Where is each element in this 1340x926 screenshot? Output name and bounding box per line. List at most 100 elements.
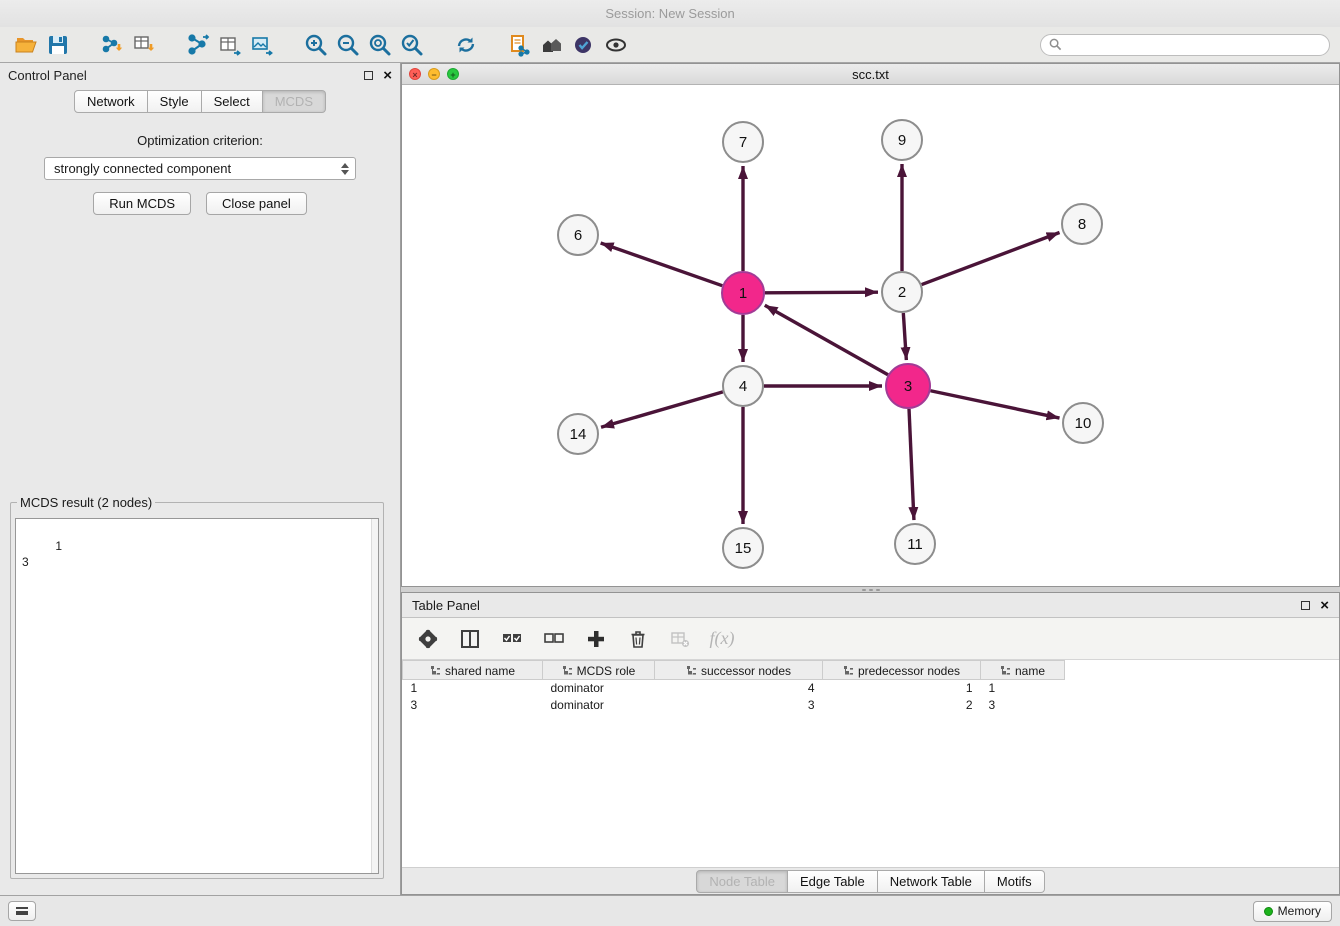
column-header-successor-nodes[interactable]: successor nodes [655, 661, 823, 680]
node-2[interactable]: 2 [882, 272, 922, 312]
criterion-dropdown[interactable]: strongly connected component [44, 157, 356, 180]
apply-layout-icon[interactable] [450, 30, 482, 60]
edge-3-1[interactable] [765, 305, 888, 374]
table-row[interactable]: 1dominator411 [403, 680, 1340, 697]
control-panel-tabs: NetworkStyleSelectMCDS [0, 88, 400, 119]
svg-text:3: 3 [904, 378, 912, 395]
column-header-predecessor-nodes[interactable]: predecessor nodes [823, 661, 981, 680]
edge-4-14[interactable] [601, 392, 723, 427]
node-3[interactable]: 3 [886, 364, 930, 408]
tab-motifs[interactable]: Motifs [985, 870, 1045, 893]
tab-node-table[interactable]: Node Table [696, 870, 788, 893]
network-canvas[interactable]: 7 9 6 8 1 2 4 3 14 10 15 11 [402, 85, 1339, 586]
show-hide-icon[interactable] [600, 30, 632, 60]
table-panel-title: Table Panel [412, 598, 480, 613]
tab-edge-table[interactable]: Edge Table [788, 870, 878, 893]
cell-predecessor-nodes[interactable]: 2 [823, 697, 981, 714]
mcds-result-area[interactable]: 1 3 [15, 518, 379, 874]
deselect-all-icon[interactable] [540, 625, 568, 653]
run-mcds-button[interactable]: Run MCDS [93, 192, 191, 215]
cell-MCDS-role[interactable]: dominator [543, 697, 655, 714]
close-table-panel-icon[interactable]: × [1320, 598, 1329, 613]
control-panel-title: Control Panel [8, 68, 87, 83]
float-panel-icon[interactable] [364, 71, 373, 80]
sort-icon [1000, 665, 1011, 676]
svg-text:1: 1 [739, 285, 747, 302]
tab-mcds[interactable]: MCDS [263, 90, 326, 113]
cell-predecessor-nodes[interactable]: 1 [823, 680, 981, 697]
list-icon [16, 907, 28, 915]
delete-row-icon[interactable] [624, 625, 652, 653]
cell-successor-nodes[interactable]: 3 [655, 697, 823, 714]
node-11[interactable]: 11 [895, 524, 935, 564]
edge-2-3[interactable] [903, 313, 906, 360]
cell-successor-nodes[interactable]: 4 [655, 680, 823, 697]
close-panel-button[interactable]: Close panel [206, 192, 307, 215]
node-4[interactable]: 4 [723, 366, 763, 406]
memory-button[interactable]: Memory [1253, 901, 1332, 922]
select-all-icon[interactable] [498, 625, 526, 653]
edge-3-11[interactable] [909, 409, 914, 520]
result-scrollbar[interactable] [371, 519, 378, 873]
apply-style-icon[interactable] [568, 30, 600, 60]
node-15[interactable]: 15 [723, 528, 763, 568]
table-row[interactable]: 3dominator323 [403, 697, 1340, 714]
tab-network[interactable]: Network [74, 90, 148, 113]
zoom-out-icon[interactable] [332, 30, 364, 60]
minimize-window-icon[interactable]: − [428, 68, 440, 80]
edge-1-2[interactable] [765, 292, 878, 293]
status-menu-button[interactable] [8, 901, 36, 921]
zoom-selected-icon[interactable] [396, 30, 428, 60]
cell-name[interactable]: 1 [981, 680, 1065, 697]
svg-text:11: 11 [907, 536, 923, 553]
open-session-icon[interactable] [10, 30, 42, 60]
export-image-icon[interactable] [246, 30, 278, 60]
node-10[interactable]: 10 [1063, 403, 1103, 443]
search-box[interactable] [1040, 34, 1330, 56]
cell-name[interactable]: 3 [981, 697, 1065, 714]
tab-network-table[interactable]: Network Table [878, 870, 985, 893]
node-1[interactable]: 1 [722, 272, 764, 314]
table-settings-icon[interactable] [414, 625, 442, 653]
close-panel-icon[interactable]: × [383, 68, 392, 83]
node-9[interactable]: 9 [882, 120, 922, 160]
cell-shared-name[interactable]: 1 [403, 680, 543, 697]
column-header-shared-name[interactable]: shared name [403, 661, 543, 680]
zoom-in-icon[interactable] [300, 30, 332, 60]
node-7[interactable]: 7 [723, 122, 763, 162]
memory-status-icon [1264, 907, 1273, 916]
node-8[interactable]: 8 [1062, 204, 1102, 244]
column-header-name[interactable]: name [981, 661, 1065, 680]
cell-shared-name[interactable]: 3 [403, 697, 543, 714]
edge-1-6[interactable] [601, 243, 723, 286]
search-input[interactable] [1062, 38, 1321, 52]
float-table-panel-icon[interactable] [1301, 601, 1310, 610]
new-table-icon[interactable] [214, 30, 246, 60]
tab-style[interactable]: Style [148, 90, 202, 113]
zoom-window-icon[interactable]: + [447, 68, 459, 80]
right-column: scc.txt × − + 7968124314101511 [401, 63, 1340, 895]
cell-MCDS-role[interactable]: dominator [543, 680, 655, 697]
toggle-columns-icon[interactable] [456, 625, 484, 653]
edge-2-8[interactable] [922, 232, 1060, 284]
zoom-fit-icon[interactable] [364, 30, 396, 60]
add-row-icon[interactable] [582, 625, 610, 653]
node-6[interactable]: 6 [558, 215, 598, 255]
network-overview-icon[interactable] [536, 30, 568, 60]
node-14[interactable]: 14 [558, 414, 598, 454]
close-window-icon[interactable]: × [409, 68, 421, 80]
svg-text:6: 6 [574, 227, 582, 244]
import-table-icon[interactable] [128, 30, 160, 60]
new-network-icon[interactable] [182, 30, 214, 60]
save-session-icon[interactable] [42, 30, 74, 60]
control-panel-header: Control Panel × [0, 63, 400, 88]
copy-network-icon[interactable] [504, 30, 536, 60]
svg-text:8: 8 [1078, 216, 1086, 233]
memory-button-label: Memory [1278, 904, 1321, 918]
svg-text:4: 4 [739, 378, 747, 395]
column-header-MCDS-role[interactable]: MCDS role [543, 661, 655, 680]
tab-select[interactable]: Select [202, 90, 263, 113]
edge-3-10[interactable] [931, 391, 1060, 418]
sort-icon [562, 665, 573, 676]
import-network-icon[interactable] [96, 30, 128, 60]
